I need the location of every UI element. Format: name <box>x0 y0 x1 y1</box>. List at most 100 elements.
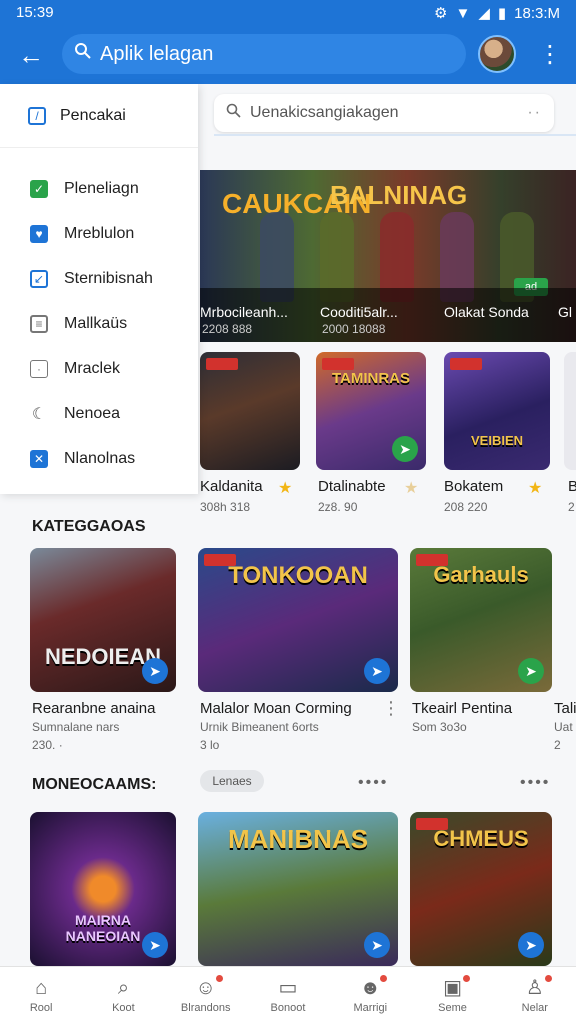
nav-item-search[interactable]: ⌕ Koot <box>82 967 164 1024</box>
game-thumbnail[interactable]: MAIRNA NANEOIAN ➤ <box>30 812 176 966</box>
more-horizontal-icon[interactable]: •••• <box>520 774 550 792</box>
more-vertical-icon[interactable]: ⋮ <box>382 698 400 719</box>
drawer-item-nenoea[interactable]: ☾ Nenoea <box>0 391 198 436</box>
game-thumbnail[interactable]: MANIBNAS ➤ <box>198 812 398 966</box>
drawer-item-pleneliagn[interactable]: ✓ Pleneliagn <box>0 166 198 211</box>
drawer-header[interactable]: / Pencakai <box>0 84 198 148</box>
share-icon[interactable]: ➤ <box>518 932 544 958</box>
nav-item-store[interactable]: ▣ Seme <box>411 967 493 1024</box>
banner-title-right: BALNINAG <box>330 180 468 210</box>
game-subtitle: 208 220 <box>444 500 488 514</box>
drawer-header-label: Pencakai <box>60 106 126 124</box>
home-icon: ⌂ <box>35 976 48 999</box>
featured-banner[interactable]: CAUKCAIN BALNINAG ad Mrbocileanh... 2208… <box>200 170 576 342</box>
game-subtitle: Urnik Bimeanent 6orts <box>200 720 319 734</box>
secondary-search-input[interactable]: Uenakicsangiakagen ·· <box>214 94 554 132</box>
search-text: Aplik lelagan <box>100 42 214 65</box>
banner-caption[interactable]: Olakat Sonda <box>444 304 529 320</box>
battery-icon: ▮ <box>497 5 507 22</box>
more-horizontal-icon[interactable]: •••• <box>358 774 388 792</box>
main-content: Uenakicsangiakagen ·· / Pencakai ✓ Plene… <box>0 84 576 966</box>
more-horizontal-icon[interactable]: ·· <box>527 104 542 122</box>
game-title: Bokatem <box>444 478 504 495</box>
game-subtitle: Sumnalane nars <box>32 720 120 734</box>
game-title: Tkeairl Pentina <box>412 700 513 717</box>
banner-caption[interactable]: Mrbocileanh... <box>200 304 288 320</box>
game-thumbnail[interactable]: TONKOOAN ➤ <box>198 548 398 692</box>
game-thumbnail[interactable]: CHMEUS ➤ <box>410 812 552 966</box>
drawer-item-label: Mraclek <box>64 359 121 377</box>
game-art-title: TAMINRAS <box>331 370 411 387</box>
game-subtitle: Uat <box>554 720 573 734</box>
document-icon: ≡ <box>30 314 48 333</box>
banner-caption[interactable]: Gl <box>558 304 572 320</box>
play-icon[interactable]: ➤ <box>518 658 544 684</box>
nav-label: Marrigi <box>353 1001 388 1014</box>
signal-icon: ◢ <box>478 5 490 22</box>
label-tag <box>450 358 482 370</box>
drawer-item-label: Mallkaüs <box>64 314 128 332</box>
share-icon[interactable]: ➤ <box>364 658 390 684</box>
search-placeholder: Uenakicsangiakagen <box>250 104 399 121</box>
star-icon: ★ <box>404 480 419 497</box>
nav-item-chat[interactable]: ☺ Blrandons <box>165 967 247 1024</box>
game-title: B <box>568 478 576 495</box>
drawer-item-label: Mreblulon <box>64 224 135 242</box>
star-icon: ★ <box>528 480 543 497</box>
external-link-icon: ↙ <box>30 269 48 288</box>
status-time: 15:39 <box>16 4 54 21</box>
game-art-title: CHMEUS <box>433 826 529 851</box>
drawer-item-nlanolnas[interactable]: ✕ Nlanolnas <box>0 436 198 481</box>
notification-dot <box>380 975 388 982</box>
label-tag <box>206 358 238 370</box>
game-thumbnail[interactable] <box>564 352 576 470</box>
nav-item-profile[interactable]: ♙ Nelar <box>494 967 576 1024</box>
section-title-categories: KATEGGAOAS <box>32 518 146 535</box>
tab-divider <box>214 134 576 136</box>
game-thumbnail[interactable]: TAMINRAS ➤ <box>316 352 426 470</box>
drawer-item-sternibisnah[interactable]: ↙ Sternibisnah <box>0 256 198 301</box>
filter-chip[interactable]: Lenaes <box>200 770 264 792</box>
wifi-icon: ▼ <box>455 4 471 22</box>
game-thumbnail[interactable]: VEIBIEN <box>444 352 550 470</box>
check-icon: ✓ <box>30 179 48 198</box>
search-input[interactable]: Aplik lelagan <box>62 34 466 74</box>
drawer-item-mreblulon[interactable]: ♥ Mreblulon <box>0 211 198 256</box>
notification-dot <box>462 975 470 982</box>
nav-label: Nelar <box>521 1001 548 1014</box>
avatar[interactable] <box>478 35 516 73</box>
game-meta: 2 <box>554 738 561 752</box>
drawer-item-mraclek[interactable]: · Mraclek <box>0 346 198 391</box>
game-thumbnail[interactable]: Garhauls ➤ <box>410 548 552 692</box>
play-icon[interactable]: ➤ <box>392 436 418 462</box>
share-icon[interactable]: ➤ <box>364 932 390 958</box>
game-title: Rearanbne anaina <box>32 700 156 717</box>
share-icon[interactable]: ➤ <box>142 932 168 958</box>
game-meta: 230. · <box>32 738 63 752</box>
game-thumbnail[interactable] <box>200 352 300 470</box>
game-art-title: TONKOOAN <box>228 562 368 589</box>
close-icon: ✕ <box>30 449 48 468</box>
game-title: Kaldanita <box>200 478 263 495</box>
game-thumbnail[interactable]: NEDOIEAN ➤ <box>30 548 176 692</box>
banner-caption-sub: 2208 888 <box>202 322 253 336</box>
person-icon: ☻ <box>359 976 381 999</box>
nav-label: Koot <box>112 1001 135 1014</box>
nav-item-home[interactable]: ⌂ Rool <box>0 967 82 1024</box>
search-icon: ⌕ <box>117 976 130 999</box>
back-arrow-icon[interactable]: ← <box>18 40 48 70</box>
more-vertical-icon[interactable]: ⋮ <box>538 42 562 68</box>
drawer-item-label: Nenoea <box>64 404 121 422</box>
nav-label: Blrandons <box>180 1001 231 1014</box>
banner-caption[interactable]: Cooditi5alr... <box>320 304 398 320</box>
nav-item-document[interactable]: ▭ Bonoot <box>247 967 329 1024</box>
search-icon <box>226 103 242 124</box>
nav-item-person[interactable]: ☻ Marrigi <box>329 967 411 1024</box>
game-art-title: VEIBIEN <box>470 433 523 448</box>
status-icons: ⚙ ▼ ◢ ▮ 18:3:M <box>434 4 560 23</box>
drawer-item-mallkaus[interactable]: ≡ Mallkaüs <box>0 301 198 346</box>
game-art-title: MANIBNAS <box>227 824 369 854</box>
share-icon[interactable]: ➤ <box>142 658 168 684</box>
document-icon: ▭ <box>278 976 298 999</box>
edit-icon: / <box>28 106 46 125</box>
